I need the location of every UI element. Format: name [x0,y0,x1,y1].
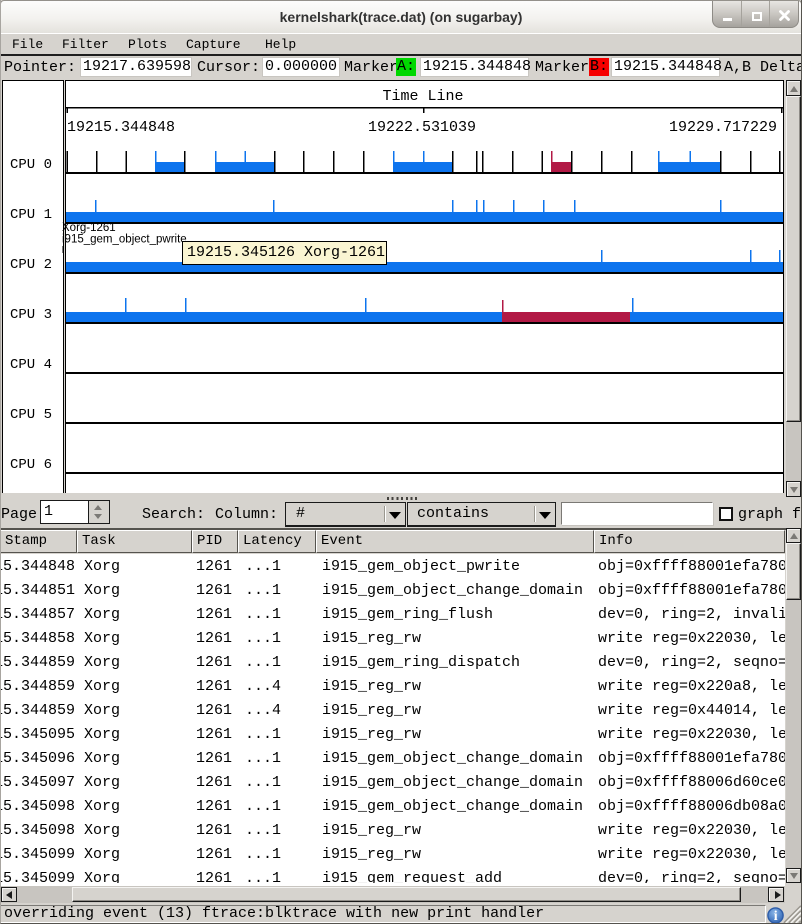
svg-text:Time Line: Time Line [382,88,463,105]
svg-text:i915_gem_object_pwrite: i915_gem_object_pwrite [62,234,187,246]
svg-text:19222.531039: 19222.531039 [368,119,476,136]
svg-text:19229.717229: 19229.717229 [669,119,777,136]
svg-text:19215.344848: 19215.344848 [67,119,175,136]
svg-text:Xorg-1261: Xorg-1261 [62,222,116,234]
svg-text:i: i [774,909,778,924]
